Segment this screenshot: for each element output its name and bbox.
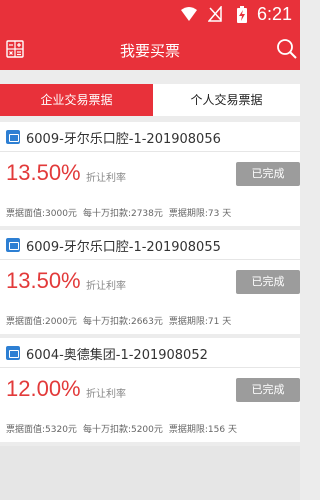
tab-personal-tickets[interactable]: 个人交易票据 <box>153 84 300 116</box>
no-signal-icon <box>208 6 222 22</box>
ticket-details: 票据面值:5320元 每十万扣款:5200元 票据期限:156 天 <box>6 422 243 435</box>
discount-per-100k: 每十万扣款:5200元 <box>82 425 163 435</box>
status-bar: 6:21 <box>0 0 300 30</box>
app-header: 我要买票 <box>0 30 300 70</box>
ticket-card[interactable]: 6009-牙尔乐口腔-1-201908056 13.50% 折让利率 已完成 票… <box>0 122 300 226</box>
ticket-header: 6009-牙尔乐口腔-1-201908056 <box>0 122 300 152</box>
status-button[interactable]: 已完成 <box>236 162 300 186</box>
face-value: 票据面值:2000元 <box>6 317 77 327</box>
list-footer-area <box>0 446 300 500</box>
discount-rate: 12.00% <box>6 376 81 401</box>
face-value: 票据面值:3000元 <box>6 209 77 219</box>
ticket-details: 票据面值:3000元 每十万扣款:2738元 票据期限:73 天 <box>6 206 237 219</box>
clock-time: 6:21 <box>256 4 292 24</box>
page-title: 我要买票 <box>119 42 180 60</box>
discount-per-100k: 每十万扣款:2738元 <box>82 209 163 219</box>
status-button[interactable]: 已完成 <box>236 378 300 402</box>
ticket-name: 6009-牙尔乐口腔-1-201908055 <box>26 240 221 255</box>
ticket-header: 6009-牙尔乐口腔-1-201908055 <box>0 230 300 260</box>
ticket-name: 6009-牙尔乐口腔-1-201908056 <box>26 132 221 147</box>
ticket-card[interactable]: 6009-牙尔乐口腔-1-201908055 13.50% 折让利率 已完成 票… <box>0 230 300 334</box>
ticket-card[interactable]: 6004-奥德集团-1-201908052 12.00% 折让利率 已完成 票据… <box>0 338 300 442</box>
company-logo-icon <box>6 130 20 144</box>
ticket-details: 票据面值:2000元 每十万扣款:2663元 票据期限:71 天 <box>6 314 237 327</box>
wifi-icon <box>181 7 197 21</box>
discount-rate: 13.50% <box>6 268 81 293</box>
company-logo-icon <box>6 346 20 360</box>
battery-charging-icon <box>237 6 247 23</box>
discount-per-100k: 每十万扣款:2663元 <box>82 317 163 327</box>
discount-rate: 13.50% <box>6 160 81 185</box>
ticket-term: 票据期限:156 天 <box>168 425 237 435</box>
tab-enterprise-tickets[interactable]: 企业交易票据 <box>0 84 153 116</box>
ticket-term: 票据期限:71 天 <box>168 317 232 327</box>
discount-rate-label: 折让利率 <box>86 389 126 400</box>
ticket-name: 6004-奥德集团-1-201908052 <box>26 348 208 363</box>
tab-bar: 企业交易票据 个人交易票据 <box>0 84 300 116</box>
company-logo-icon <box>6 238 20 252</box>
ticket-header: 6004-奥德集团-1-201908052 <box>0 338 300 368</box>
discount-rate-label: 折让利率 <box>86 173 126 184</box>
ticket-term: 票据期限:73 天 <box>168 209 232 219</box>
search-icon[interactable] <box>276 38 298 60</box>
face-value: 票据面值:5320元 <box>6 425 77 435</box>
discount-rate-label: 折让利率 <box>86 281 126 292</box>
status-button[interactable]: 已完成 <box>236 270 300 294</box>
